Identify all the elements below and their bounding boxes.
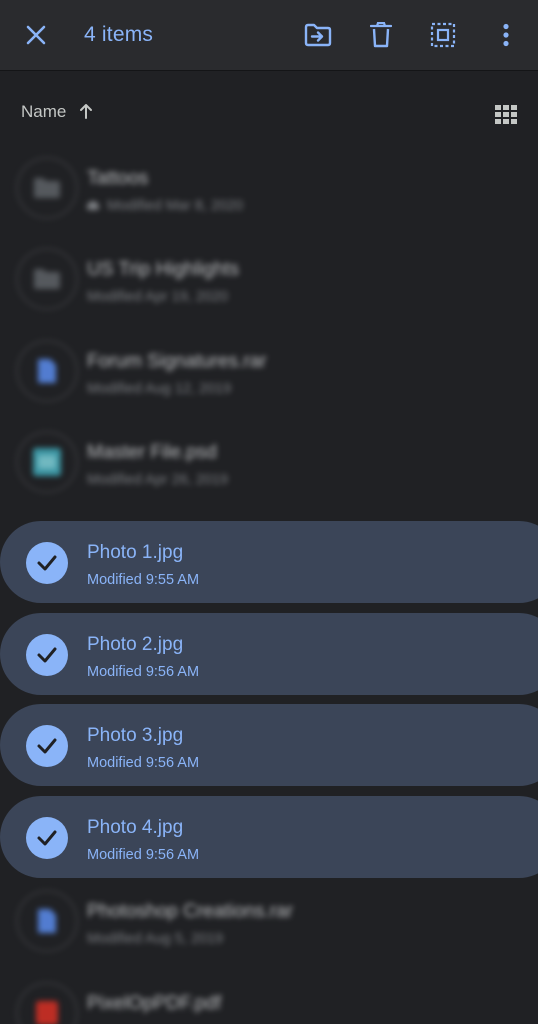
file-row[interactable]: Master File.psd Modified Apr 26, 2019	[0, 421, 538, 503]
selection-highlight	[0, 521, 538, 603]
document-icon	[16, 340, 78, 402]
check-circle-icon[interactable]	[26, 634, 68, 676]
file-modified: Modified Mar 8, 2020	[87, 197, 243, 215]
arrow-up-icon[interactable]	[78, 102, 94, 120]
file-modified: Modified Apr 19, 2020	[87, 289, 229, 305]
file-row[interactable]: PixelOpPDF.pdf	[0, 972, 538, 1024]
delete-button[interactable]	[359, 13, 403, 57]
more-options-button[interactable]	[484, 13, 528, 57]
move-button[interactable]	[296, 13, 340, 57]
document-icon	[16, 890, 78, 952]
file-name: Tattoos	[87, 168, 149, 189]
close-selection-button[interactable]	[14, 13, 58, 57]
file-modified-text: Modified Mar 8, 2020	[107, 198, 244, 214]
check-circle-icon[interactable]	[26, 542, 68, 584]
file-name: Photo 2.jpg	[87, 634, 184, 655]
file-name: Photo 1.jpg	[87, 542, 184, 563]
file-name: Photoshop Creations.rar	[87, 901, 293, 922]
file-row-selected[interactable]: Photo 1.jpg Modified 9:55 AM	[0, 521, 538, 603]
folder-icon	[16, 248, 78, 310]
file-row[interactable]: Tattoos Modified Mar 8, 2020	[0, 147, 538, 229]
sort-by-name-button[interactable]: Name	[21, 102, 66, 122]
image-file-icon	[16, 431, 78, 493]
file-name: Forum Signatures.rar	[87, 351, 267, 372]
trash-icon	[370, 22, 392, 48]
shared-person-icon	[87, 201, 99, 210]
grid-view-icon[interactable]	[492, 100, 520, 128]
selection-highlight	[0, 704, 538, 786]
files-app: 4 items Name Tattoos Modified Mar 8, 202…	[0, 0, 538, 1024]
check-circle-icon[interactable]	[26, 725, 68, 767]
pdf-file-icon	[16, 982, 78, 1024]
selection-highlight	[0, 613, 538, 695]
file-modified: Modified 9:56 AM	[87, 755, 200, 771]
file-row[interactable]: Photoshop Creations.rar Modified Aug 5, …	[0, 880, 538, 962]
selection-toolbar: 4 items	[0, 0, 538, 70]
file-modified: Modified 9:56 AM	[87, 664, 200, 680]
file-name: US Trip Highlights	[87, 259, 240, 280]
more-vert-icon	[503, 23, 509, 47]
file-row[interactable]: Forum Signatures.rar Modified Aug 12, 20…	[0, 330, 538, 412]
check-circle-icon[interactable]	[26, 817, 68, 859]
file-modified: Modified Aug 12, 2019	[87, 381, 232, 397]
select-all-icon	[430, 22, 456, 48]
file-row-selected[interactable]: Photo 4.jpg Modified 9:56 AM	[0, 796, 538, 878]
file-row-selected[interactable]: Photo 3.jpg Modified 9:56 AM	[0, 704, 538, 786]
file-name: PixelOpPDF.pdf	[87, 993, 222, 1014]
select-all-button[interactable]	[421, 13, 465, 57]
close-icon	[26, 25, 46, 45]
file-modified: Modified 9:55 AM	[87, 572, 200, 588]
file-modified: Modified 9:56 AM	[87, 847, 200, 863]
selected-count: 4 items	[84, 23, 154, 46]
folder-icon	[16, 157, 78, 219]
file-name: Photo 3.jpg	[87, 725, 184, 746]
file-row[interactable]: US Trip Highlights Modified Apr 19, 2020	[0, 238, 538, 320]
file-name: Master File.psd	[87, 442, 217, 463]
file-modified: Modified Aug 5, 2019	[87, 931, 224, 947]
file-name: Photo 4.jpg	[87, 817, 184, 838]
file-row-selected[interactable]: Photo 2.jpg Modified 9:56 AM	[0, 613, 538, 695]
selection-highlight	[0, 796, 538, 878]
file-modified: Modified Apr 26, 2019	[87, 472, 229, 488]
move-to-folder-icon	[304, 23, 332, 47]
sort-bar: Name	[0, 92, 538, 134]
